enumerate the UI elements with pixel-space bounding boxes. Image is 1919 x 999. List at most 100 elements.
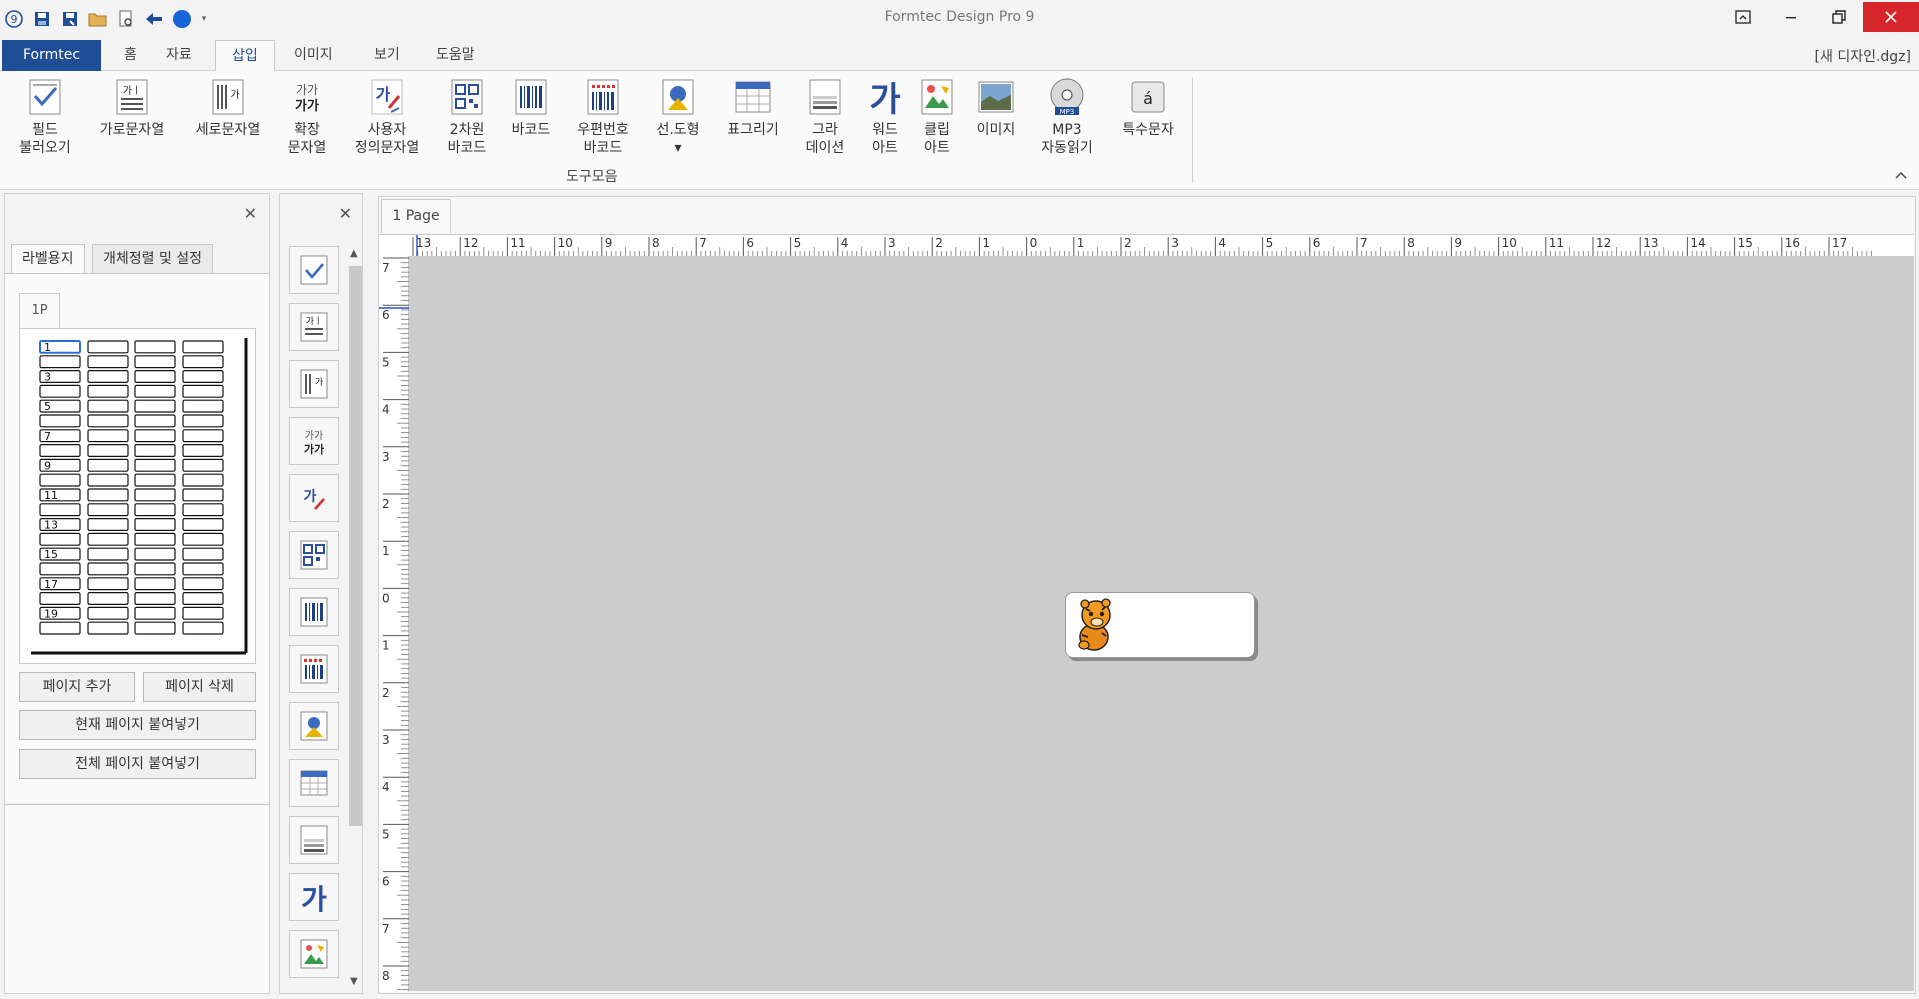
horizontal-text-button[interactable]: 가ㅣ 가로문자열	[92, 77, 172, 139]
label-cell[interactable]	[134, 369, 176, 383]
tab-image[interactable]: 이미지	[278, 40, 349, 71]
label-cell[interactable]	[182, 503, 224, 517]
label-cell[interactable]	[87, 547, 129, 561]
label-cell[interactable]	[182, 518, 224, 532]
special-char-button[interactable]: á 특수문자	[1112, 77, 1184, 139]
label-cell[interactable]	[182, 473, 224, 487]
toolbox-scrollbar[interactable]: ▲ ▼	[348, 246, 362, 990]
label-cell[interactable]	[39, 562, 81, 576]
extended-text-button[interactable]: 가가 가가 확장 문자열	[282, 77, 332, 157]
label-cell[interactable]	[87, 606, 129, 620]
label-cell[interactable]	[134, 562, 176, 576]
label-cell[interactable]	[39, 443, 81, 457]
label-cell[interactable]	[87, 414, 129, 428]
label-cell[interactable]	[39, 414, 81, 428]
toolbox-barcode[interactable]	[289, 588, 339, 636]
label-cell[interactable]	[182, 340, 224, 354]
label-cell[interactable]	[87, 503, 129, 517]
delete-page-button[interactable]: 페이지 삭제	[143, 672, 256, 702]
collapse-ribbon-icon[interactable]	[1895, 167, 1907, 183]
label-cell[interactable]	[134, 355, 176, 369]
label-cell[interactable]	[39, 503, 81, 517]
qr-code-button[interactable]: 2차원 바코드	[442, 77, 492, 157]
label-cell[interactable]	[134, 429, 176, 443]
tab-data[interactable]: 자료	[150, 40, 208, 71]
scroll-down-icon[interactable]: ▼	[350, 976, 358, 987]
label-cell[interactable]	[134, 473, 176, 487]
label-cell[interactable]	[87, 429, 129, 443]
label-cell[interactable]	[134, 340, 176, 354]
ribbon-display-icon[interactable]	[1719, 0, 1767, 34]
label-cell[interactable]	[182, 577, 224, 591]
label-cell[interactable]	[87, 340, 129, 354]
toolbox-custom-text[interactable]: 가	[289, 474, 339, 522]
label-cell[interactable]	[87, 532, 129, 546]
restore-icon[interactable]	[1815, 0, 1863, 34]
toolbox-field-load[interactable]	[289, 246, 339, 294]
label-cell[interactable]	[87, 443, 129, 457]
toolbox-clip-art[interactable]	[289, 930, 339, 978]
page-tab-1p[interactable]: 1P	[19, 293, 60, 329]
label-cell[interactable]	[87, 592, 129, 606]
label-cell[interactable]	[134, 384, 176, 398]
page-tab-1-page[interactable]: 1 Page	[381, 199, 451, 233]
tab-formtec[interactable]: Formtec	[2, 40, 101, 71]
label-cell[interactable]	[134, 547, 176, 561]
label-cell[interactable]	[87, 518, 129, 532]
panel-close-icon[interactable]: ✕	[244, 204, 257, 223]
image-button[interactable]: 이미지	[968, 77, 1024, 139]
label-cell[interactable]	[182, 606, 224, 620]
label-cell[interactable]	[134, 577, 176, 591]
tab-view[interactable]: 보기	[358, 40, 416, 71]
label-cell[interactable]	[39, 621, 81, 635]
label-cell[interactable]	[134, 592, 176, 606]
workspace-canvas[interactable]	[409, 256, 1914, 991]
label-cell[interactable]	[182, 429, 224, 443]
toolbox-qr-code[interactable]	[289, 531, 339, 579]
tab-home[interactable]: 홈	[108, 40, 153, 71]
label-object[interactable]	[1065, 592, 1255, 658]
label-cell[interactable]	[182, 384, 224, 398]
gradation-button[interactable]: 그라 데이션	[800, 77, 850, 157]
minimize-icon[interactable]	[1767, 0, 1815, 34]
mp3-button[interactable]: MP3 MP3 자동읽기	[1032, 77, 1102, 157]
label-cell[interactable]	[87, 621, 129, 635]
toolbox-postal-barcode[interactable]	[289, 645, 339, 693]
label-cell[interactable]	[134, 399, 176, 413]
label-cell[interactable]	[182, 443, 224, 457]
label-cell[interactable]	[134, 458, 176, 472]
label-cell[interactable]	[134, 606, 176, 620]
close-icon[interactable]	[1863, 2, 1919, 32]
barcode-button[interactable]: 바코드	[506, 77, 556, 139]
label-cell[interactable]	[134, 518, 176, 532]
label-cell[interactable]	[39, 473, 81, 487]
tab-help[interactable]: 도움말	[420, 40, 491, 71]
paste-all-pages-button[interactable]: 전체 페이지 붙여넣기	[19, 749, 256, 779]
label-cell[interactable]	[182, 532, 224, 546]
label-cell[interactable]	[182, 562, 224, 576]
label-cell[interactable]	[134, 488, 176, 502]
label-cell[interactable]	[134, 503, 176, 517]
label-cell[interactable]	[182, 399, 224, 413]
toolbox-extended-text[interactable]: 가가 가가	[289, 417, 339, 465]
label-cell[interactable]	[182, 414, 224, 428]
shape-button[interactable]: 선.도형 ▾	[650, 77, 706, 157]
label-cell[interactable]	[182, 369, 224, 383]
tab-label-paper[interactable]: 라벨용지	[11, 244, 85, 274]
label-cell[interactable]	[134, 621, 176, 635]
label-cell[interactable]	[182, 458, 224, 472]
label-cell[interactable]	[134, 414, 176, 428]
toolbox-table[interactable]	[289, 759, 339, 807]
scrollbar-thumb[interactable]	[349, 266, 362, 826]
scroll-up-icon[interactable]: ▲	[350, 248, 358, 259]
vertical-text-button[interactable]: 가 세로문자열	[188, 77, 268, 139]
word-art-button[interactable]: 가 워드 아트	[862, 77, 908, 157]
label-cell[interactable]	[39, 532, 81, 546]
label-cell[interactable]	[87, 577, 129, 591]
label-cell[interactable]	[39, 592, 81, 606]
toolbox-horizontal-text[interactable]: 가ㅣ	[289, 303, 339, 351]
tab-insert[interactable]: 삽입	[215, 40, 275, 72]
label-cell[interactable]	[134, 443, 176, 457]
toolbox-word-art[interactable]: 가	[289, 873, 339, 921]
add-page-button[interactable]: 페이지 추가	[19, 672, 135, 702]
